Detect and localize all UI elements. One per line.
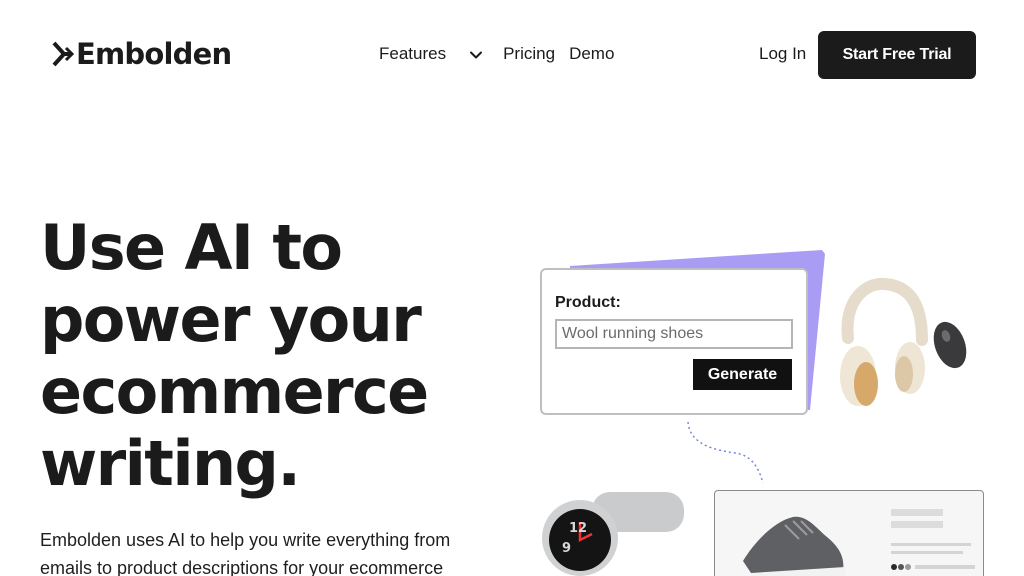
smartwatch-image: 12 9 xyxy=(542,492,684,576)
result-preview xyxy=(743,509,975,576)
product-label: Product: xyxy=(555,294,621,311)
dotted-connector xyxy=(687,421,764,484)
product-input[interactable]: Wool running shoes xyxy=(555,319,793,349)
swatch-dot xyxy=(905,564,911,570)
text-line xyxy=(891,509,943,516)
swatch-dot xyxy=(898,564,904,570)
nav-features-label: Features xyxy=(379,44,447,63)
hero-subtitle: Embolden uses AI to help you write every… xyxy=(40,530,451,576)
svg-text:9: 9 xyxy=(562,541,571,556)
start-free-trial-button[interactable]: Start Free Trial xyxy=(818,31,976,79)
headphones-image xyxy=(840,277,928,406)
nav-features[interactable]: Features xyxy=(379,44,483,64)
text-line xyxy=(891,543,971,546)
hero-illustration: 12 9 Product: Wool running shoes Generat… xyxy=(530,240,1000,576)
login-link[interactable]: Log In xyxy=(759,44,806,64)
chevron-down-icon xyxy=(470,51,483,59)
text-line xyxy=(891,551,963,554)
text-line xyxy=(915,565,975,569)
generated-result-card xyxy=(714,490,984,576)
brand-name: Embolden xyxy=(76,37,232,71)
brand-logo[interactable]: Embolden xyxy=(52,36,232,72)
product-generator-card: Product: Wool running shoes Generate xyxy=(540,268,808,415)
swatch-dot xyxy=(891,564,897,570)
generate-button[interactable]: Generate xyxy=(693,359,792,390)
mouse-image xyxy=(933,321,967,369)
nav-demo[interactable]: Demo xyxy=(569,44,614,64)
text-line xyxy=(891,521,943,528)
hero-title: Use AI to power your ecommerce writing. xyxy=(40,211,429,500)
logo-mark-icon xyxy=(52,41,74,67)
svg-text:12: 12 xyxy=(569,521,587,536)
main-nav: Features Pricing Demo xyxy=(379,44,614,64)
shoe-image xyxy=(743,516,847,576)
nav-pricing[interactable]: Pricing xyxy=(503,44,555,64)
